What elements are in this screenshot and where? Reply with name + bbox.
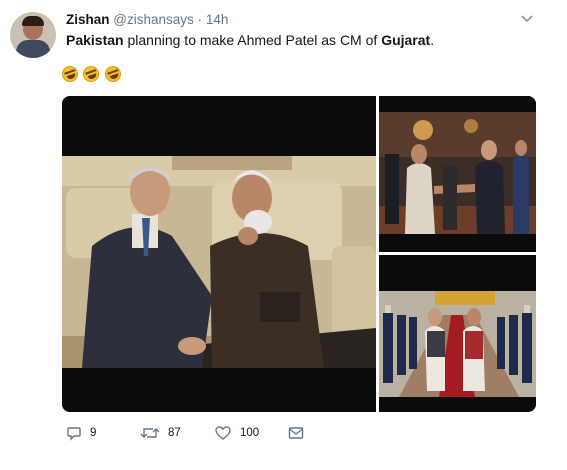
- reply-count: 9: [90, 427, 97, 439]
- retweet-count: 87: [168, 427, 181, 439]
- photo-handshake[interactable]: [379, 96, 536, 252]
- photo-guard-of-honour[interactable]: [379, 255, 536, 412]
- tweet-card: Zishan @zishansays · 14h Pakistan planni…: [0, 0, 567, 470]
- user-name[interactable]: Zishan: [66, 12, 110, 27]
- timestamp[interactable]: 14h: [206, 12, 229, 27]
- hashtag-pakistan: Pakistan: [66, 32, 124, 48]
- like-button[interactable]: 100: [214, 424, 259, 442]
- envelope-icon: [288, 427, 304, 439]
- reply-icon: [67, 427, 81, 441]
- tweet-header: Zishan @zishansays · 14h: [66, 12, 228, 28]
- media-grid: [62, 96, 536, 412]
- separator-dot: ·: [197, 12, 203, 27]
- photo-main-meeting[interactable]: [62, 96, 376, 412]
- tweet-text-end: .: [430, 32, 435, 48]
- retweet-icon: [140, 428, 160, 438]
- user-handle[interactable]: @zishansays: [113, 12, 194, 27]
- direct-message-button[interactable]: [288, 424, 304, 442]
- rolling-on-floor-laughing-icon: [102, 63, 124, 85]
- heart-icon: [215, 426, 231, 440]
- hashtag-gujarat: Gujarat: [381, 32, 431, 48]
- rolling-on-floor-laughing-icon: [81, 63, 102, 85]
- tweet-text-middle: planning to make Ahmed Patel as CM of: [123, 32, 382, 48]
- reply-button[interactable]: 9: [66, 424, 96, 442]
- chevron-down-icon[interactable]: [520, 13, 534, 25]
- emoji-row: [59, 63, 124, 85]
- tweet-text: Pakistan planning to make Ahmed Patel as…: [66, 31, 434, 49]
- rolling-on-floor-laughing-icon: [59, 63, 81, 85]
- like-count: 100: [240, 427, 260, 439]
- retweet-button[interactable]: 87: [140, 424, 181, 442]
- avatar[interactable]: [10, 12, 56, 58]
